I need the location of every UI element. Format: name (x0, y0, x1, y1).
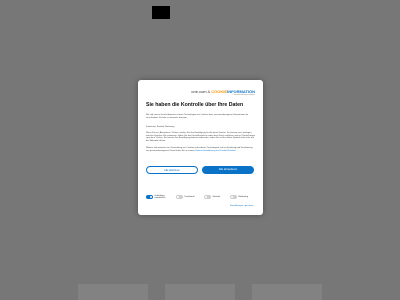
brand-subtitle: Cookie-Einstellungen verwalten (232, 95, 255, 96)
background-footer-card-1 (78, 284, 148, 300)
toggle-label: Marketing (238, 195, 249, 198)
toggle-functional[interactable]: Funktional (176, 194, 195, 200)
toggle-label: Statistik (212, 195, 221, 198)
save-settings-link[interactable]: Einstellungen speichern (230, 205, 253, 207)
toggle-switch[interactable] (230, 195, 237, 199)
header-black-block (152, 6, 170, 19)
background-footer-card-2 (165, 284, 235, 300)
background-footer-card-3 (252, 284, 322, 300)
purposes-text: Funktional, Statistik, Marketing (146, 126, 175, 128)
more-info-text: Weitere Informationen zur Verwendung von… (146, 147, 253, 152)
toggle-necessary[interactable]: Unbedingt erforderlich (146, 194, 169, 200)
toggle-label: Unbedingt erforderlich (154, 194, 166, 199)
intro-text: Wir und unsere Geschäftspartner nutzen T… (146, 114, 249, 119)
brand-logo: one.com&COOKIEINFORMATION (191, 89, 255, 94)
accept-all-button[interactable]: Alle akzeptieren (202, 166, 254, 174)
toggle-switch[interactable] (176, 195, 183, 199)
toggle-statistics[interactable]: Statistik (204, 194, 220, 200)
toggle-marketing[interactable]: Marketing (230, 194, 248, 200)
toggle-switch[interactable] (204, 195, 211, 199)
reject-all-button[interactable]: Alle ablehnen (146, 166, 198, 174)
consent-body-text: Wenn Sie auf „Akzeptieren“ klicken, erte… (146, 132, 256, 142)
dialog-title: Sie haben die Kontrolle über Ihre Daten (146, 102, 244, 108)
privacy-policy-link[interactable]: Datenschutzerklärung und Cookie-Richtlin… (195, 150, 235, 152)
toggle-switch[interactable] (146, 195, 153, 199)
toggle-label: Funktional (184, 195, 195, 198)
